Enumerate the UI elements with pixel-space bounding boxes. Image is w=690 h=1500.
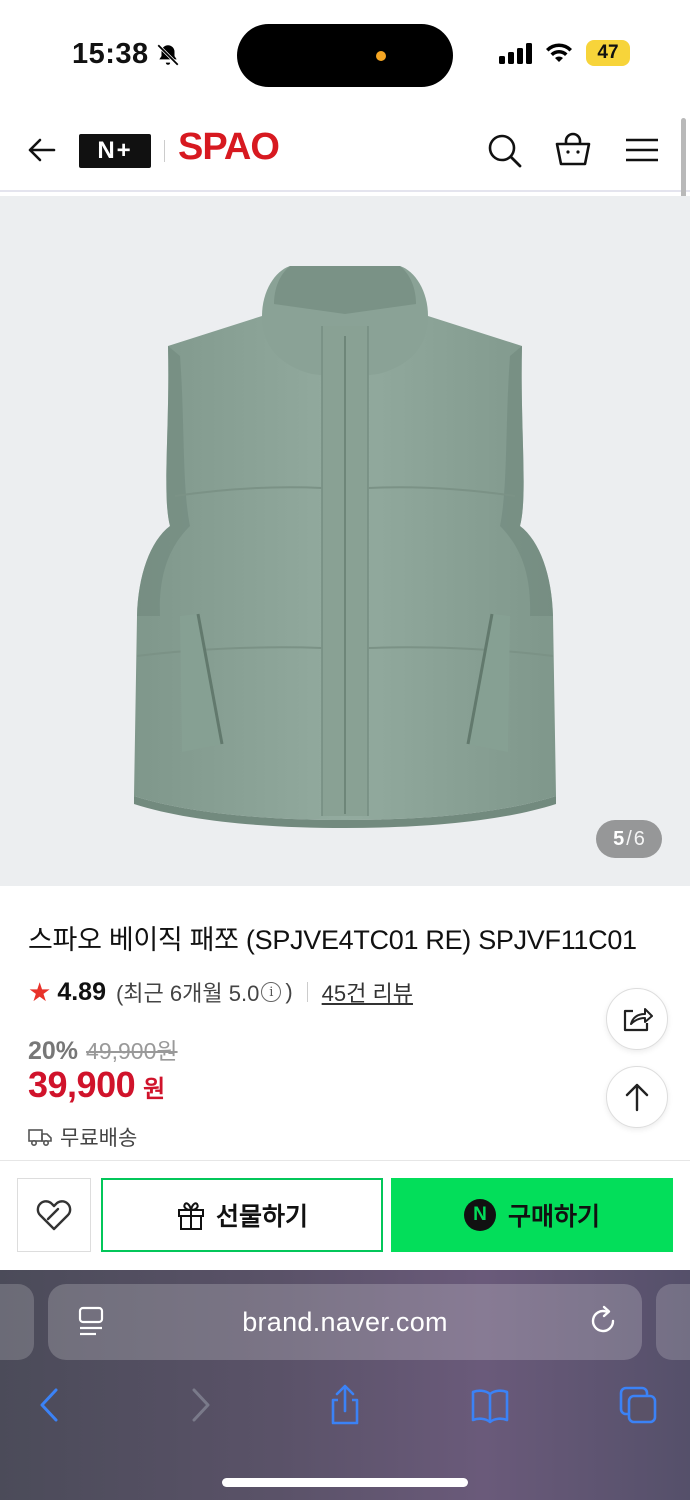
brand-logo[interactable]: SPAO xyxy=(178,126,280,169)
status-indicators: 47 xyxy=(499,40,630,66)
discount-row: 20% 49,900원 xyxy=(28,1032,178,1066)
tabs-icon[interactable] xyxy=(618,1384,658,1426)
menu-icon[interactable] xyxy=(622,130,662,170)
discount-rate: 20% xyxy=(28,1037,79,1065)
product-image[interactable] xyxy=(0,196,690,886)
info-icon[interactable]: i xyxy=(261,982,282,1002)
nplus-badge-text: N+ xyxy=(97,137,133,164)
privacy-indicator-icon xyxy=(376,51,386,61)
original-price: 49,900원 xyxy=(86,1038,178,1064)
site-header: N+ SPAO xyxy=(0,110,690,192)
price-unit: 원 xyxy=(143,1076,166,1103)
star-icon: ★ xyxy=(28,976,52,1007)
price-row: 39,900 원 xyxy=(28,1064,165,1106)
share-icon xyxy=(623,1008,653,1032)
clock-text: 15:38 xyxy=(72,38,149,70)
review-count-link[interactable]: 45건 리뷰 xyxy=(322,976,413,1008)
battery-icon: 47 xyxy=(586,40,630,66)
bookmarks-icon[interactable] xyxy=(470,1384,510,1426)
browser-toolbar: brand.naver.com xyxy=(0,1270,690,1500)
reload-icon[interactable] xyxy=(586,1304,620,1338)
gallery-current: 5 xyxy=(613,827,625,850)
shipping-label: 무료배송 xyxy=(60,1127,138,1150)
dynamic-island xyxy=(237,24,453,87)
nplus-badge[interactable]: N+ xyxy=(79,134,151,168)
sale-price: 39,900 xyxy=(28,1064,136,1105)
status-bar: 15:38 47 xyxy=(0,0,690,110)
browser-back-icon[interactable] xyxy=(30,1384,70,1426)
share-sheet-icon[interactable] xyxy=(325,1384,365,1426)
wifi-icon xyxy=(546,43,572,62)
rating-recent-suffix: ) xyxy=(285,979,293,1004)
next-tab-preview[interactable] xyxy=(656,1284,690,1360)
puffer-vest-image xyxy=(134,266,556,828)
wishlist-button[interactable] xyxy=(17,1178,91,1252)
gift-button[interactable]: 선물하기 xyxy=(101,1178,383,1252)
rating-value: 4.89 xyxy=(57,977,106,1006)
brand-divider xyxy=(164,140,165,162)
bell-muted-icon xyxy=(156,43,179,66)
rating-recent-prefix: (최근 6개월 5.0 xyxy=(115,981,260,1006)
action-bar-divider xyxy=(0,1160,690,1161)
heart-icon xyxy=(36,1200,72,1231)
back-arrow-icon[interactable] xyxy=(24,132,60,168)
buy-button-label: 구매하기 xyxy=(507,1203,600,1231)
arrow-up-icon xyxy=(625,1083,649,1112)
gift-icon xyxy=(177,1202,204,1230)
product-title: 스파오 베이직 패쪼 (SPJVE4TC01 RE) SPJVF11C01 xyxy=(28,925,637,955)
previous-tab-preview[interactable] xyxy=(0,1284,34,1360)
scroll-top-button[interactable] xyxy=(606,1066,668,1128)
search-icon[interactable] xyxy=(484,130,524,170)
status-time: 15:38 xyxy=(72,38,181,71)
cellular-signal-icon xyxy=(499,42,532,64)
gallery-separator: / xyxy=(626,827,632,850)
browser-forward-icon[interactable] xyxy=(180,1384,220,1426)
buy-button[interactable]: N 구매하기 xyxy=(391,1178,673,1252)
gift-button-label: 선물하기 xyxy=(215,1203,308,1231)
home-indicator[interactable] xyxy=(222,1478,468,1487)
delivery-truck-icon xyxy=(28,1129,52,1147)
rating-divider xyxy=(306,982,308,1002)
url-text: brand.naver.com xyxy=(242,1306,448,1337)
naver-pay-icon: N xyxy=(463,1199,496,1231)
share-button[interactable] xyxy=(606,988,668,1050)
shipping-row: 무료배송 xyxy=(28,1122,137,1152)
gallery-page-counter: 5 / 6 xyxy=(596,820,662,858)
battery-level: 47 xyxy=(597,42,619,63)
address-bar[interactable]: brand.naver.com xyxy=(48,1284,642,1360)
rating-row: ★ 4.89 (최근 6개월 5.0 i ) 45건 리뷰 xyxy=(28,976,413,1008)
page-menu-icon[interactable] xyxy=(76,1304,108,1340)
gallery-total: 6 xyxy=(633,827,645,850)
shopping-bag-icon[interactable] xyxy=(553,130,593,170)
